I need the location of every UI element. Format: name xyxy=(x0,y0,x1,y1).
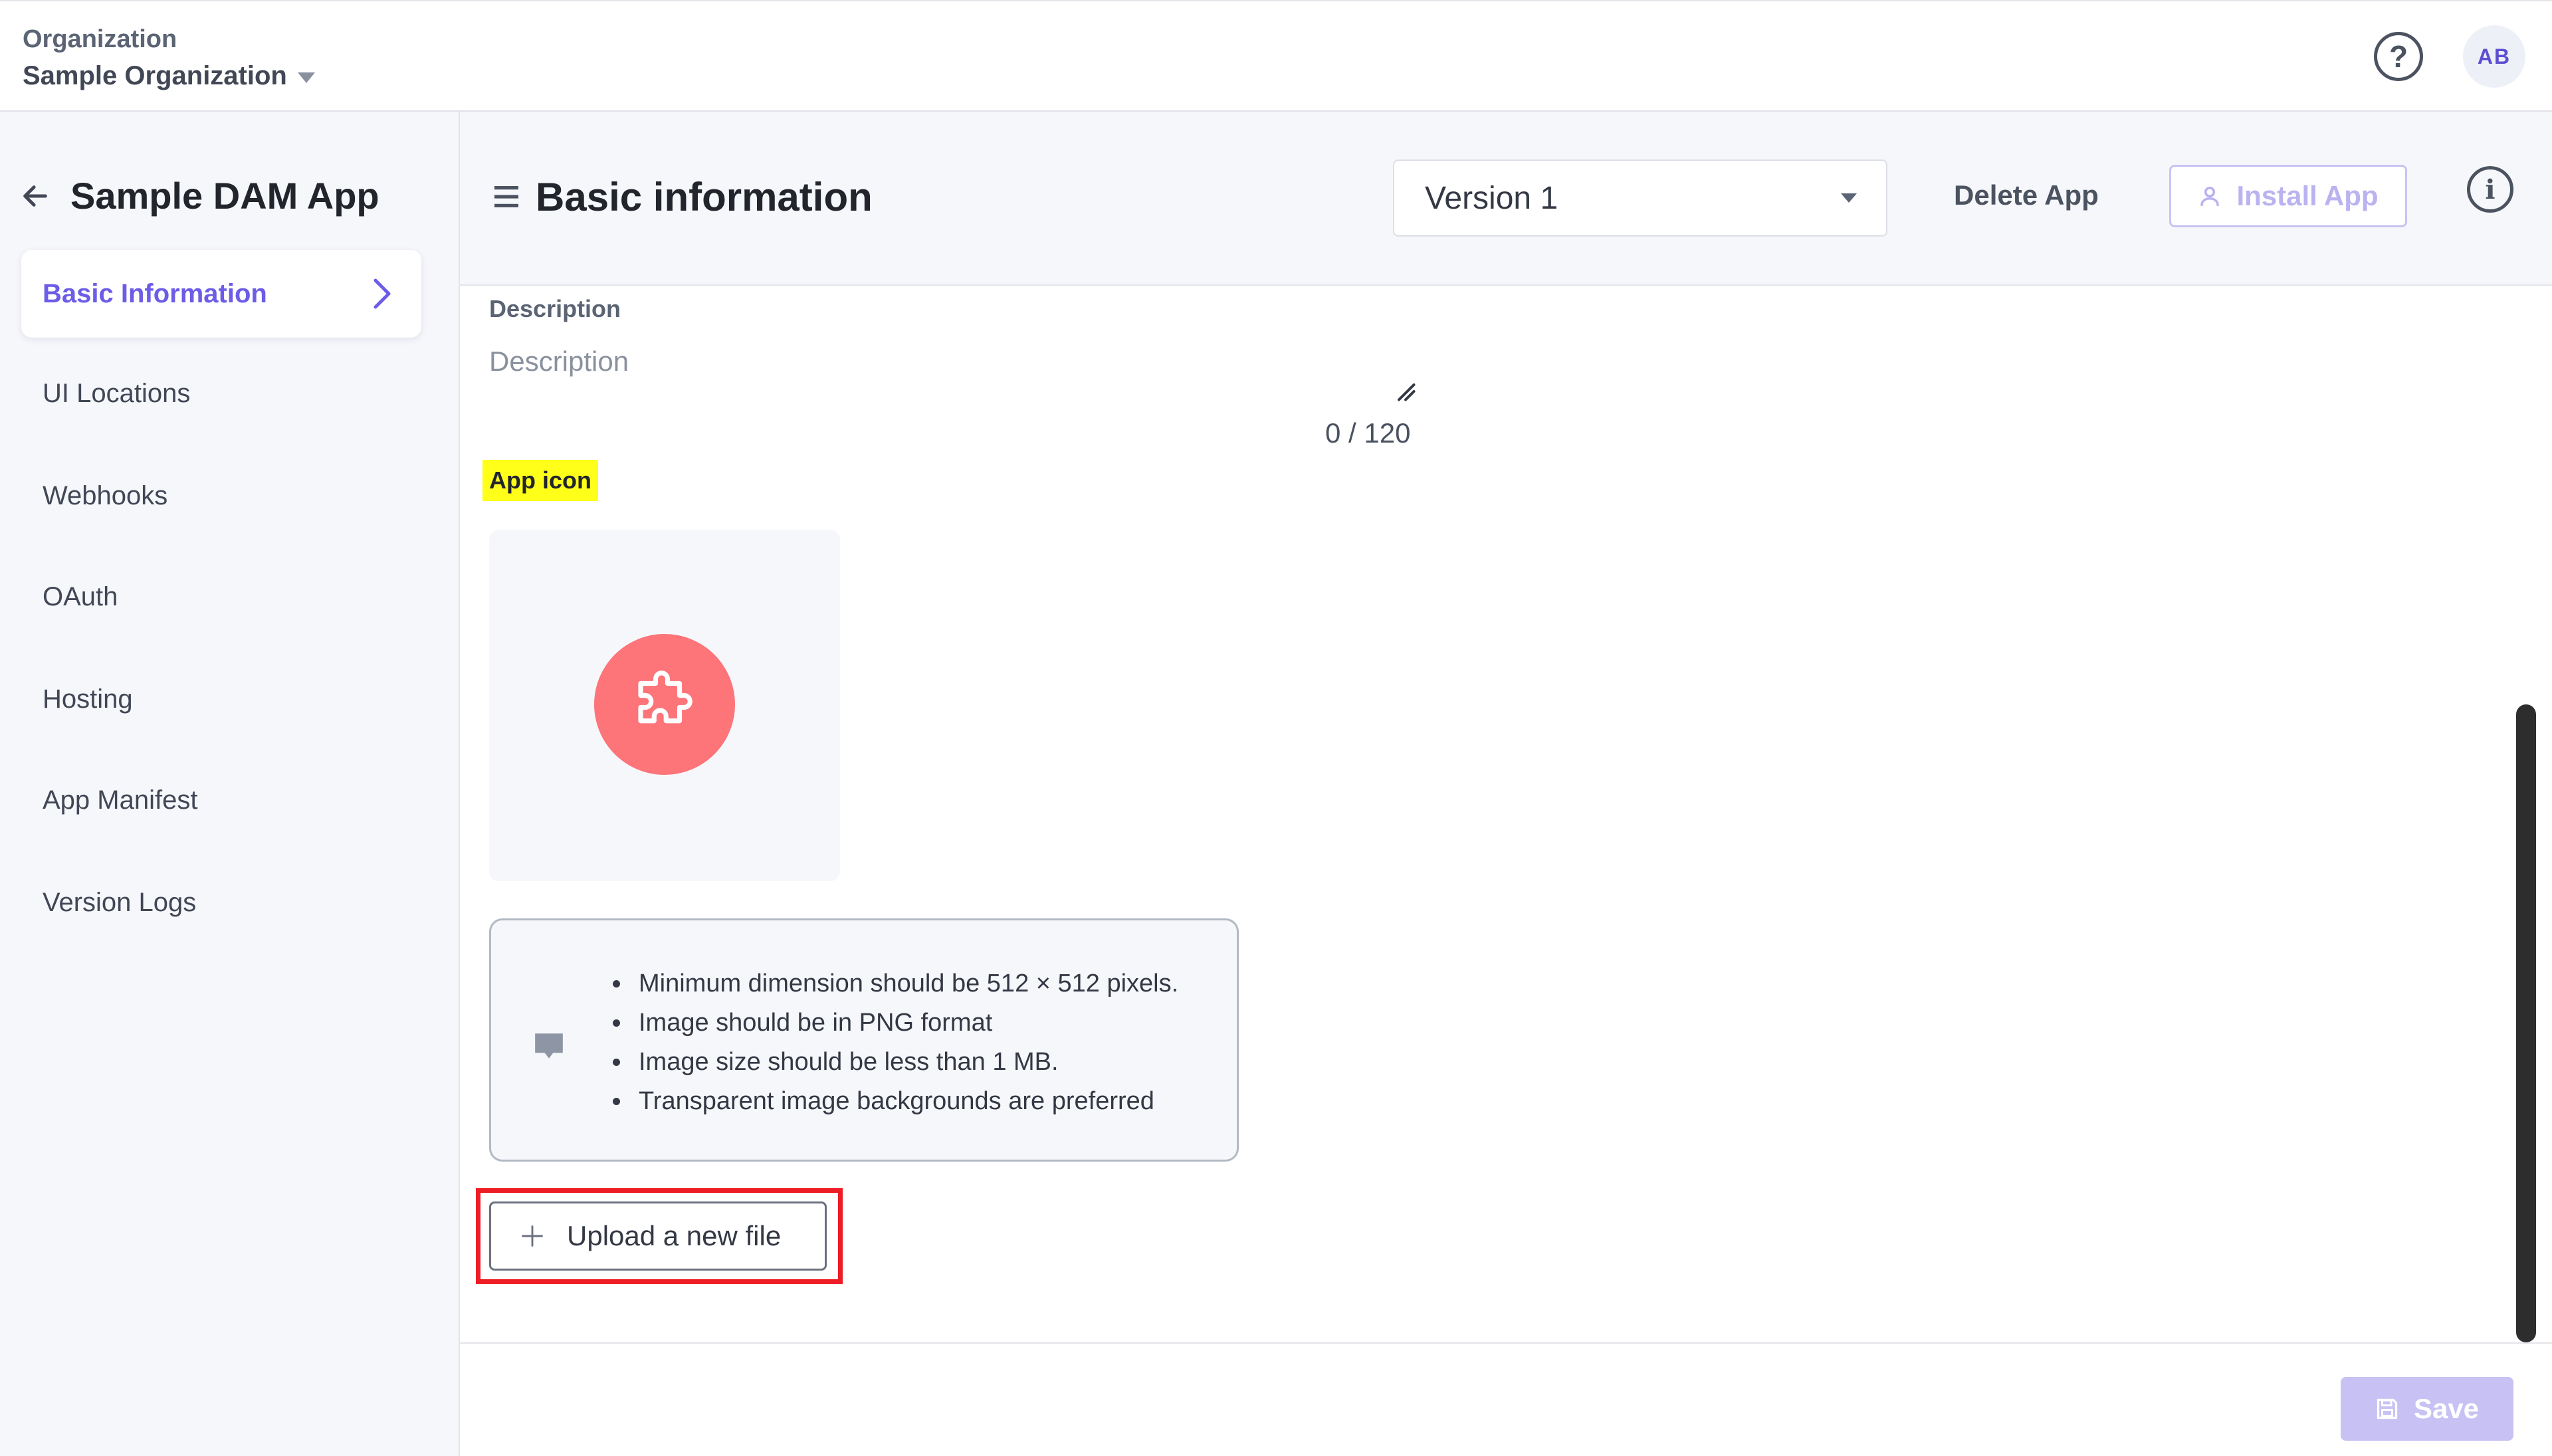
install-app-label: Install App xyxy=(2236,180,2379,211)
version-select-value: Version 1 xyxy=(1425,180,1558,216)
version-select[interactable]: Version 1 xyxy=(1393,159,1887,237)
question-circle-icon[interactable]: ? xyxy=(2374,32,2423,81)
app-title-back[interactable]: Sample DAM App xyxy=(20,174,379,217)
form-footer: Save xyxy=(460,1342,2552,1456)
organization-name: Sample Organization xyxy=(23,61,287,90)
top-bar: Organization Sample Organization ? AB xyxy=(0,0,2552,112)
arrow-left-icon[interactable] xyxy=(20,181,51,211)
puzzle-piece-icon xyxy=(638,671,692,724)
sidebar-item-label: Basic Information xyxy=(43,278,267,308)
hamburger-menu-icon[interactable] xyxy=(493,183,520,210)
save-disk-icon xyxy=(2377,1398,2398,1419)
info-circle-icon[interactable]: i xyxy=(2467,166,2513,213)
list-item: Image size should be less than 1 MB. xyxy=(632,1043,1178,1082)
sidebar: Sample DAM App Basic Information UI Loca… xyxy=(0,112,460,1456)
sidebar-item-version-logs[interactable]: Version Logs xyxy=(43,888,196,918)
description-input[interactable]: Description xyxy=(489,346,629,377)
caret-down-icon xyxy=(297,72,315,83)
page-title: Basic information xyxy=(536,175,873,219)
plus-icon xyxy=(522,1225,543,1247)
resize-handle-icon[interactable] xyxy=(1396,381,1416,401)
sidebar-item-basic-information[interactable]: Basic Information xyxy=(21,250,421,338)
app-icon-circle xyxy=(594,634,735,775)
description-label: Description xyxy=(489,295,621,322)
caret-down-icon xyxy=(1841,193,1857,203)
install-app-button[interactable]: Install App xyxy=(2169,165,2407,227)
chevron-right-icon xyxy=(373,278,391,309)
character-count: 0 / 120 xyxy=(1325,417,1411,449)
list-item: Image should be in PNG format xyxy=(632,1003,1178,1043)
upload-new-file-button[interactable]: Upload a new file xyxy=(489,1201,827,1271)
organization-label: Organization xyxy=(23,25,177,53)
app-icon-preview xyxy=(489,530,840,881)
upload-button-label: Upload a new file xyxy=(567,1220,782,1251)
sidebar-item-hosting[interactable]: Hosting xyxy=(43,684,133,714)
comment-icon xyxy=(535,1033,563,1059)
icon-requirements-box: Minimum dimension should be 512 × 512 pi… xyxy=(489,918,1239,1162)
user-avatar[interactable]: AB xyxy=(2463,25,2525,88)
list-item: Transparent image backgrounds are prefer… xyxy=(632,1082,1178,1121)
sidebar-item-ui-locations[interactable]: UI Locations xyxy=(43,379,190,409)
save-button[interactable]: Save xyxy=(2341,1377,2513,1441)
requirements-list: Minimum dimension should be 512 × 512 pi… xyxy=(632,964,1178,1121)
install-user-icon xyxy=(2200,186,2220,207)
list-item: Minimum dimension should be 512 × 512 pi… xyxy=(632,964,1178,1003)
delete-app-button[interactable]: Delete App xyxy=(1954,179,2099,211)
sidebar-item-app-manifest[interactable]: App Manifest xyxy=(43,785,197,815)
sidebar-item-oauth[interactable]: OAuth xyxy=(43,582,118,612)
organization-switcher[interactable]: Sample Organization xyxy=(23,61,315,91)
page-header: Basic information Version 1 Delete App I… xyxy=(460,112,2552,286)
sidebar-item-webhooks[interactable]: Webhooks xyxy=(43,481,167,511)
scrollbar-thumb[interactable] xyxy=(2516,704,2536,1342)
main-content: Basic information Version 1 Delete App I… xyxy=(460,112,2552,1456)
save-label: Save xyxy=(2413,1393,2480,1424)
app-title: Sample DAM App xyxy=(70,175,379,217)
app-icon-label: App icon xyxy=(482,460,598,501)
